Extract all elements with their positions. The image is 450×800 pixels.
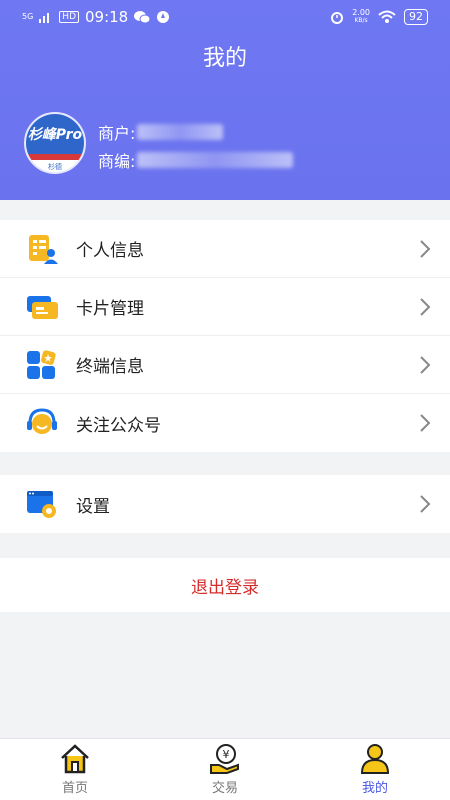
menu-label: 关注公众号 [76, 415, 161, 436]
tab-label: 交易 [211, 781, 238, 796]
chevron-right-icon [420, 356, 431, 374]
menu-label: 终端信息 [76, 357, 144, 377]
wifi-icon [378, 10, 396, 23]
battery-indicator: 92 [404, 9, 428, 25]
menu-label: 个人信息 [76, 241, 144, 261]
wechat-icon [134, 11, 151, 24]
clock: 09:18 [85, 8, 129, 26]
menu-group-main: 个人信息 卡片管理 终端信息 关注公众号 [0, 220, 450, 452]
alarm-icon [331, 12, 344, 24]
tab-label: 我的 [361, 781, 388, 796]
network-type: 5G [22, 12, 34, 21]
menu-item-follow-official-account[interactable]: 关注公众号 [0, 394, 450, 452]
logout-button[interactable]: 退出登录 [0, 558, 450, 612]
tab-trade[interactable]: ¥ 交易 [150, 739, 300, 800]
menu-item-personal-info[interactable]: 个人信息 [0, 220, 450, 278]
merchant-no-redacted [137, 152, 294, 168]
menu-item-terminal-info[interactable]: 终端信息 [0, 336, 450, 394]
menu-label: 设置 [76, 496, 110, 517]
menu-group-settings: 设置 [0, 475, 450, 533]
merchant-no-label: 商编: [98, 152, 136, 171]
avatar[interactable]: 杉峰Pro 杉德 [24, 112, 86, 174]
settings-window-icon [26, 488, 58, 520]
bottom-tab-bar: 首页 ¥ 交易 我的 [0, 738, 450, 800]
home-icon [61, 744, 89, 774]
avatar-sub-text: 杉德 [48, 163, 62, 171]
merchant-label: 商户: [98, 124, 136, 143]
terminal-grid-icon [26, 349, 58, 381]
chevron-right-icon [420, 414, 431, 432]
trade-yen-icon: ¥ [210, 744, 239, 774]
menu-label: 卡片管理 [76, 299, 144, 319]
avatar-logo-text: 杉峰Pro [27, 127, 83, 143]
compass-icon [157, 11, 170, 23]
profile-header: 5G HD 09:18 2.00 KB/s 92 我的 杉峰Pro 杉德 商户:… [0, 0, 450, 200]
tab-mine[interactable]: 我的 [300, 739, 450, 800]
hd-badge: HD [59, 11, 79, 23]
tab-label: 首页 [61, 781, 88, 796]
svg-text:¥: ¥ [223, 748, 230, 761]
page-title: 我的 [202, 46, 247, 71]
signal-icon [39, 13, 50, 23]
chevron-right-icon [420, 495, 431, 513]
user-icon [360, 744, 390, 774]
profile-doc-icon [26, 233, 58, 265]
status-bar: 5G HD 09:18 2.00 KB/s 92 [0, 0, 450, 34]
card-icon [26, 291, 58, 323]
speed-value: 2.00 [352, 8, 370, 17]
tab-home[interactable]: 首页 [0, 739, 150, 800]
merchant-name-redacted [137, 124, 224, 140]
chevron-right-icon [420, 240, 431, 258]
menu-item-card-management[interactable]: 卡片管理 [0, 278, 450, 336]
headset-icon [26, 407, 58, 439]
menu-item-settings[interactable]: 设置 [0, 475, 450, 533]
speed-unit: KB/s [354, 17, 368, 24]
merchant-info: 商户: 商编: [98, 118, 294, 174]
chevron-right-icon [420, 298, 431, 316]
